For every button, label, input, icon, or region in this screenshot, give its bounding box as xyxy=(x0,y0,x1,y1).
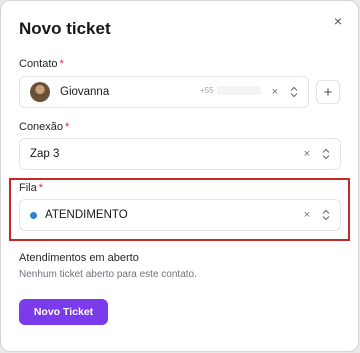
new-ticket-modal: Novo ticket × Contato * Giovanna +55 × + … xyxy=(0,0,359,352)
new-ticket-button[interactable]: Novo Ticket xyxy=(19,299,108,325)
clear-icon[interactable]: × xyxy=(304,148,310,160)
conexao-label-text: Conexão xyxy=(19,121,64,133)
fila-select[interactable]: ATENDIMENTO × xyxy=(19,199,341,231)
modal-title: Novo ticket xyxy=(19,19,111,38)
conexao-select[interactable]: Zap 3 × xyxy=(19,138,341,170)
open-tickets-empty-text: Nenhum ticket aberto para este contato. xyxy=(19,269,197,280)
close-icon[interactable]: × xyxy=(328,11,348,31)
conexao-controls: × xyxy=(304,139,330,169)
required-mark: * xyxy=(65,121,70,133)
contato-select[interactable]: Giovanna +55 × xyxy=(19,76,309,108)
chevron-up-down-icon[interactable] xyxy=(322,148,330,160)
fila-controls: × xyxy=(304,200,330,230)
contato-controls: × xyxy=(272,77,298,107)
fila-label: Fila * xyxy=(19,182,43,194)
required-mark: * xyxy=(38,182,44,194)
conexao-value: Zap 3 xyxy=(30,148,60,160)
avatar xyxy=(30,82,50,102)
contato-value: Giovanna xyxy=(60,86,110,98)
phone-prefix: +55 xyxy=(200,86,214,95)
contato-phone: +55 xyxy=(200,86,261,96)
required-mark: * xyxy=(59,58,64,70)
contato-label: Contato * xyxy=(19,58,64,70)
fila-value: ATENDIMENTO xyxy=(45,209,128,221)
conexao-label: Conexão * xyxy=(19,121,69,133)
chevron-up-down-icon[interactable] xyxy=(322,209,330,221)
clear-icon[interactable]: × xyxy=(304,209,310,221)
contato-label-text: Contato xyxy=(19,58,58,70)
queue-color-dot xyxy=(30,211,37,219)
add-contact-button[interactable]: + xyxy=(316,80,340,104)
phone-redacted xyxy=(216,86,261,96)
plus-icon: + xyxy=(323,83,333,101)
clear-icon[interactable]: × xyxy=(272,86,278,98)
chevron-up-down-icon[interactable] xyxy=(290,86,298,98)
fila-label-text: Fila xyxy=(19,182,37,194)
open-tickets-heading: Atendimentos em aberto xyxy=(19,252,139,264)
